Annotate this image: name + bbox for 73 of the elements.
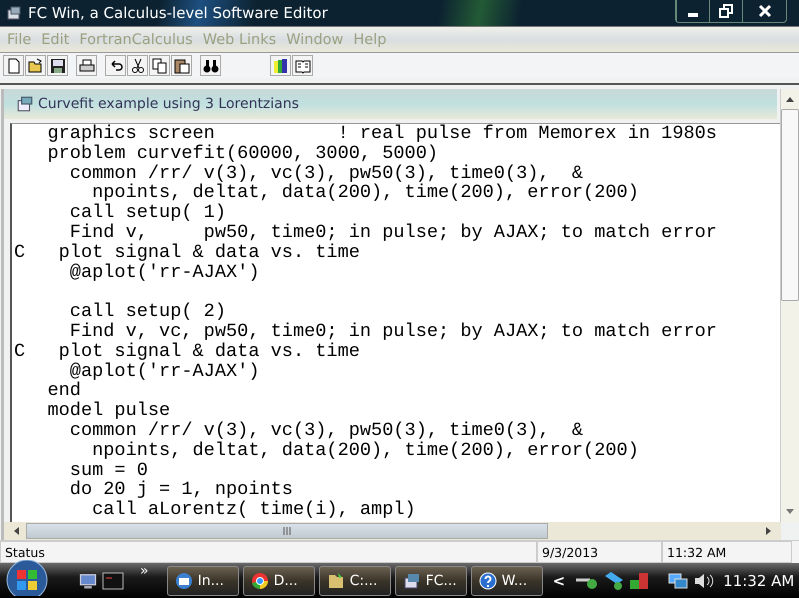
- code-line: model pulse: [46, 401, 172, 421]
- code-line: end: [46, 381, 82, 402]
- code-line: call setup( 1): [68, 203, 228, 223]
- taskbar-button[interactable]: In...: [166, 566, 239, 596]
- undo-button[interactable]: [105, 55, 126, 76]
- horizontal-scrollbar[interactable]: [4, 522, 781, 540]
- close-icon: [758, 4, 772, 18]
- more-button[interactable]: »: [140, 563, 149, 579]
- scroll-up-icon: [785, 95, 795, 103]
- scroll-right-icon: [765, 526, 773, 536]
- document-icon: [16, 95, 34, 113]
- books-button[interactable]: [270, 55, 291, 76]
- clock[interactable]: 11:32 AM: [723, 572, 794, 590]
- copy-button[interactable]: [149, 55, 170, 76]
- code-line: problem curvefit(60000, 3000, 5000): [46, 144, 440, 164]
- taskbar-button[interactable]: FC...: [394, 566, 467, 596]
- code-line: @aplot('rr-AJAX'): [70, 362, 260, 382]
- code-line: sum = 0: [68, 460, 149, 480]
- code-line: call aLorentz( time(i), ampl): [91, 500, 417, 520]
- app-icon: [6, 5, 22, 21]
- code-line: C plot signal & data vs. time: [14, 342, 361, 362]
- book-icon: [294, 58, 310, 74]
- vertical-scrollbar[interactable]: [780, 89, 799, 522]
- network-icon[interactable]: [667, 570, 690, 590]
- folder-icon: [28, 58, 44, 74]
- paste-button[interactable]: [171, 55, 192, 76]
- code-line: call setup( 2): [68, 302, 228, 322]
- taskbar-button[interactable]: C:...: [318, 566, 391, 596]
- save-button[interactable]: [47, 55, 68, 76]
- restore-icon: [719, 4, 733, 18]
- code-line: Find v, pw50, time0; in pulse; by AJAX; to match error: [68, 222, 718, 243]
- books-icon: [272, 58, 288, 74]
- taskbar-button[interactable]: D...: [242, 566, 315, 596]
- code-line: do 20 j = 1, npoints: [68, 480, 294, 500]
- status-time: 11:32 AM: [662, 541, 792, 563]
- status-date: 9/3/2013: [537, 541, 662, 563]
- copy-icon: [152, 58, 168, 74]
- code-line: common /rr/ v(3), vc(3), pw50(3), time0(3), &: [68, 420, 584, 441]
- page-icon: [6, 58, 22, 74]
- code-line: npoints, deltat, data(200), time(200), error(200): [91, 440, 640, 461]
- terminal-icon[interactable]: [102, 572, 124, 590]
- grip-icon: [282, 527, 292, 535]
- chrome-icon: [250, 570, 270, 590]
- taskbar-button[interactable]: W...: [470, 566, 543, 596]
- code-line: npoints, deltat, data(200), time(200), error(200): [91, 183, 640, 204]
- code-line: common /rr/ v(3), vc(3), pw50(3), time0(3), &: [68, 164, 584, 184]
- binoculars-icon: [202, 58, 218, 74]
- scissors-icon: [130, 58, 146, 74]
- new-button[interactable]: [3, 55, 24, 76]
- scroll-left-icon: [12, 526, 20, 536]
- code-line: graphics screen ! real pulse from Memorex in 1980s: [46, 124, 718, 144]
- binoculars-button[interactable]: [200, 55, 221, 76]
- help-icon: [478, 570, 498, 590]
- scroll-thumb[interactable]: [26, 523, 548, 539]
- floppy-icon: [50, 58, 66, 74]
- colored-squares-icon[interactable]: [629, 570, 650, 590]
- envelope-icon: [174, 570, 194, 590]
- code-line: @aplot('rr-AJAX'): [68, 262, 260, 282]
- book-button[interactable]: [292, 55, 313, 76]
- status-text: Status: [0, 541, 537, 563]
- print-button[interactable]: [76, 55, 97, 76]
- scroll-down-icon: [785, 508, 795, 516]
- document-title: Curvefit example using 3 Lorentzians: [38, 96, 299, 112]
- code-line: Find v, vc, pw50, time0; in pulse; by AJAX; to match error: [68, 322, 718, 342]
- code-line: C plot signal & data vs. time: [14, 242, 361, 263]
- show-hidden-icons-button[interactable]: <: [552, 572, 566, 590]
- clipboard-icon: [174, 58, 190, 74]
- scroll-thumb[interactable]: [781, 109, 799, 301]
- printer-icon: [78, 58, 94, 74]
- minimize-icon: [688, 13, 698, 17]
- cut-button[interactable]: [127, 55, 148, 76]
- window-title: FC Win, a Calculus-level Software Editor: [28, 4, 329, 22]
- open-button[interactable]: [25, 55, 46, 76]
